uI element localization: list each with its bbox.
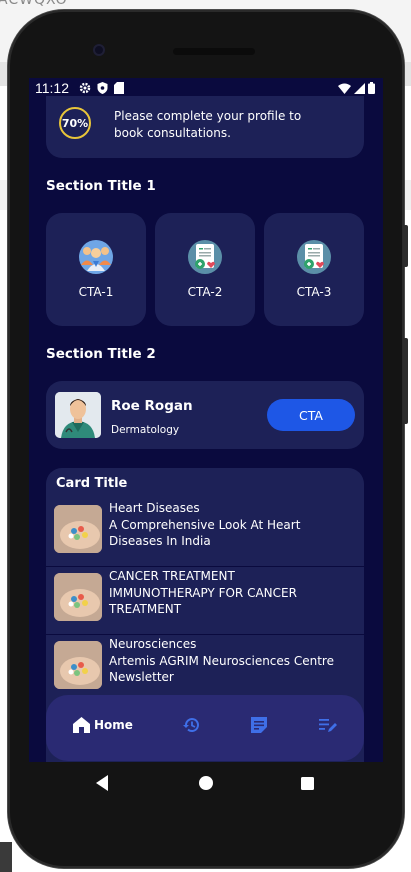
- pills-hand-icon: [54, 573, 102, 621]
- status-right-icons: [338, 82, 375, 94]
- cta-tile-3-label: CTA-3: [296, 285, 332, 299]
- signal-icon: [354, 82, 365, 94]
- nav-home-label: Home: [94, 718, 133, 732]
- cta-tile-2[interactable]: CTA-2: [155, 213, 255, 326]
- doctor-avatar: [55, 392, 101, 438]
- list-item[interactable]: CANCER TREATMENT IMMUNOTHERAPY FOR CANCE…: [46, 566, 364, 635]
- doctor-photo-icon: [55, 392, 101, 438]
- list-item[interactable]: Neurosciences Artemis AGRIM Neuroscience…: [46, 634, 364, 702]
- sim-card-icon: [114, 82, 124, 94]
- status-left-icons: [79, 82, 124, 94]
- article-thumbnail: [54, 641, 102, 689]
- home-icon: [73, 717, 90, 733]
- front-camera: [93, 44, 105, 56]
- cta-tile-3[interactable]: CTA-3: [264, 213, 364, 326]
- app-screen: 11:12 70% Please complete your profile t…: [29, 78, 383, 762]
- card-title: Card Title: [56, 476, 128, 491]
- nav-history[interactable]: [182, 717, 200, 733]
- doctor-group-icon: [79, 240, 113, 274]
- profile-prompt-text: Please complete your profile to book con…: [114, 109, 302, 140]
- earpiece-speaker: [173, 48, 255, 55]
- article-thumbnail: [54, 573, 102, 621]
- nav-home[interactable]: Home: [73, 717, 133, 733]
- volume-button: [403, 338, 408, 424]
- power-button: [403, 225, 408, 267]
- status-time: 11:12: [35, 80, 69, 96]
- list-item-text: CANCER TREATMENT IMMUNOTHERAPY FOR CANCE…: [109, 569, 297, 616]
- back-button-icon[interactable]: [96, 775, 108, 791]
- host-window-handle: [0, 842, 12, 872]
- notes-icon: [251, 717, 267, 733]
- doctor-card[interactable]: Roe Rogan Dermatology CTA: [46, 381, 364, 449]
- edit-list-icon: [319, 719, 337, 732]
- cta-tile-1[interactable]: CTA-1: [46, 213, 146, 326]
- battery-icon: [368, 82, 375, 94]
- pills-hand-icon: [54, 505, 102, 553]
- wifi-icon: [338, 83, 351, 94]
- pills-hand-icon: [54, 641, 102, 689]
- host-window-title: ACWQXO: [0, 0, 68, 8]
- doctor-name: Roe Rogan: [111, 398, 193, 414]
- bottom-nav: Home: [46, 695, 364, 761]
- doctor-specialty: Dermatology: [111, 424, 180, 436]
- article-thumbnail: [54, 505, 102, 553]
- medical-report-icon: [188, 240, 222, 274]
- nav-notes[interactable]: [251, 717, 267, 733]
- profile-progress-ring: 70%: [59, 107, 91, 139]
- recents-button-icon[interactable]: [301, 777, 314, 790]
- list-item-text: Neurosciences Artemis AGRIM Neuroscience…: [109, 637, 334, 684]
- section-title-1: Section Title 1: [46, 178, 156, 194]
- nav-edit-list[interactable]: [319, 717, 338, 733]
- section-title-2: Section Title 2: [46, 346, 156, 362]
- list-item[interactable]: Heart Diseases A Comprehensive Look At H…: [46, 498, 364, 567]
- doctor-cta-button[interactable]: CTA: [267, 399, 355, 431]
- status-bar: 11:12: [29, 78, 383, 98]
- cta-tile-2-label: CTA-2: [187, 285, 223, 299]
- medical-report-icon: [297, 240, 331, 274]
- settings-gear-icon: [79, 82, 91, 94]
- home-button-icon[interactable]: [199, 776, 213, 790]
- list-item-text: Heart Diseases A Comprehensive Look At H…: [109, 501, 301, 548]
- system-navigation: [96, 775, 314, 791]
- shield-icon: [97, 82, 108, 94]
- history-icon: [183, 718, 199, 733]
- cta-tile-1-label: CTA-1: [78, 285, 114, 299]
